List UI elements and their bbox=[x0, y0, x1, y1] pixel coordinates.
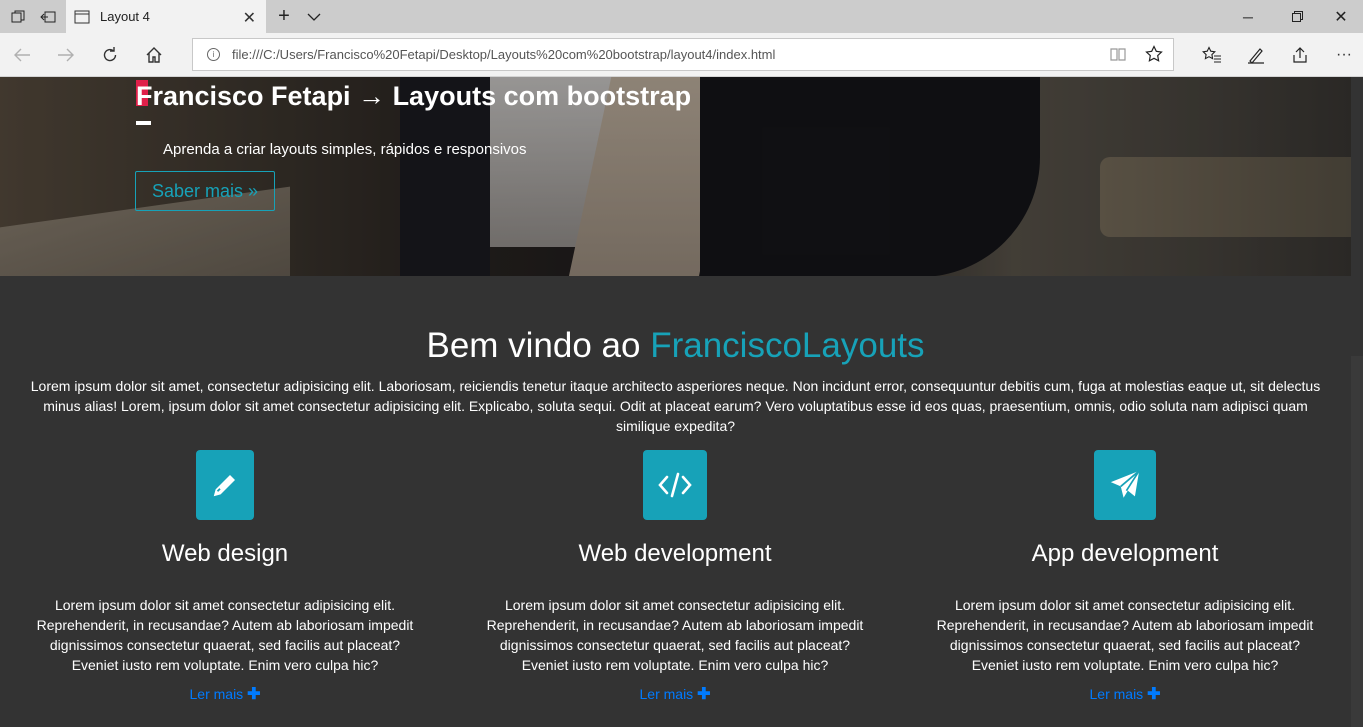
code-icon bbox=[643, 450, 707, 520]
refresh-icon[interactable] bbox=[98, 43, 122, 67]
ler-mais-link[interactable]: Ler mais ✚ bbox=[900, 684, 1350, 704]
feature-title: Web design bbox=[161, 540, 289, 567]
share-icon[interactable] bbox=[1288, 43, 1312, 67]
saber-mais-button[interactable]: Saber mais » bbox=[135, 171, 275, 211]
feature-text: Lorem ipsum dolor sit amet consectetur a… bbox=[936, 597, 1314, 673]
more-icon[interactable]: ··· bbox=[1332, 43, 1356, 67]
browser-titlebar: Layout 4 ✕ + ─ ✕ bbox=[0, 0, 1363, 33]
feature-title: App development bbox=[1031, 540, 1219, 567]
url-text[interactable]: file:///C:/Users/Francisco%20Fetapi/Desk… bbox=[232, 47, 775, 62]
paper-plane-icon bbox=[1094, 450, 1156, 520]
info-icon[interactable]: i bbox=[207, 48, 220, 61]
ler-mais-link[interactable]: Ler mais ✚ bbox=[0, 684, 450, 704]
favorites-icon[interactable] bbox=[1200, 43, 1224, 67]
welcome-title-prefix: Bem vindo ao bbox=[426, 326, 651, 365]
pencil-icon bbox=[196, 450, 254, 520]
hero-divider bbox=[136, 121, 151, 125]
star-icon[interactable] bbox=[1145, 45, 1163, 68]
restore-icon[interactable] bbox=[1274, 0, 1320, 33]
set-tabs-aside-icon[interactable] bbox=[34, 0, 62, 33]
close-window-icon[interactable]: ✕ bbox=[1318, 0, 1363, 33]
ler-mais-label[interactable]: Ler mais bbox=[1090, 686, 1144, 702]
hero-title: Francisco Fetapi → Layouts com bootstrap bbox=[136, 81, 692, 111]
forward-icon[interactable] bbox=[54, 43, 78, 67]
welcome-title: Bem vindo ao FranciscoLayouts bbox=[0, 326, 1351, 366]
close-tab-icon[interactable]: ✕ bbox=[243, 8, 256, 28]
feature-web-development: Web development Lorem ipsum dolor sit am… bbox=[450, 450, 900, 704]
tab-title: Layout 4 bbox=[100, 9, 150, 24]
plus-icon: ✚ bbox=[247, 686, 261, 703]
hero-section: Francisco Fetapi → Layouts com bootstrap… bbox=[0, 77, 1351, 276]
minimize-icon[interactable]: ─ bbox=[1225, 0, 1271, 33]
feature-text: Lorem ipsum dolor sit amet consectetur a… bbox=[486, 597, 864, 673]
ler-mais-label[interactable]: Ler mais bbox=[640, 686, 694, 702]
scrollbar-thumb[interactable] bbox=[1351, 356, 1363, 727]
address-bar[interactable]: i file:///C:/Users/Francisco%20Fetapi/De… bbox=[192, 38, 1174, 71]
feature-text: Lorem ipsum dolor sit amet consectetur a… bbox=[36, 597, 414, 673]
pen-icon[interactable] bbox=[1244, 43, 1268, 67]
welcome-text: Lorem ipsum dolor sit amet, consectetur … bbox=[30, 378, 1321, 434]
back-icon[interactable] bbox=[10, 43, 34, 67]
ler-mais-link[interactable]: Ler mais ✚ bbox=[450, 684, 900, 704]
hero-subtitle: Aprenda a criar layouts simples, rápidos… bbox=[163, 141, 527, 158]
reading-view-icon[interactable] bbox=[1109, 45, 1127, 68]
plus-icon: ✚ bbox=[697, 686, 711, 703]
home-icon[interactable] bbox=[142, 43, 166, 67]
feature-app-development: App development Lorem ipsum dolor sit am… bbox=[900, 450, 1350, 704]
feature-title: Web development bbox=[578, 540, 772, 567]
tab-actions-icon[interactable] bbox=[4, 0, 32, 33]
browser-navbar: i file:///C:/Users/Francisco%20Fetapi/De… bbox=[0, 33, 1363, 77]
feature-web-design: Web design Lorem ipsum dolor sit amet co… bbox=[0, 450, 450, 704]
page-icon bbox=[74, 10, 90, 23]
chevron-down-icon[interactable] bbox=[302, 0, 326, 33]
welcome-section: Bem vindo ao FranciscoLayouts Lorem ipsu… bbox=[0, 276, 1351, 727]
tab-layout-4[interactable]: Layout 4 ✕ bbox=[66, 0, 266, 33]
ler-mais-label[interactable]: Ler mais bbox=[190, 686, 244, 702]
plus-icon: ✚ bbox=[1147, 686, 1161, 703]
new-tab-icon[interactable]: + bbox=[272, 0, 296, 33]
welcome-title-accent: FranciscoLayouts bbox=[650, 326, 925, 365]
